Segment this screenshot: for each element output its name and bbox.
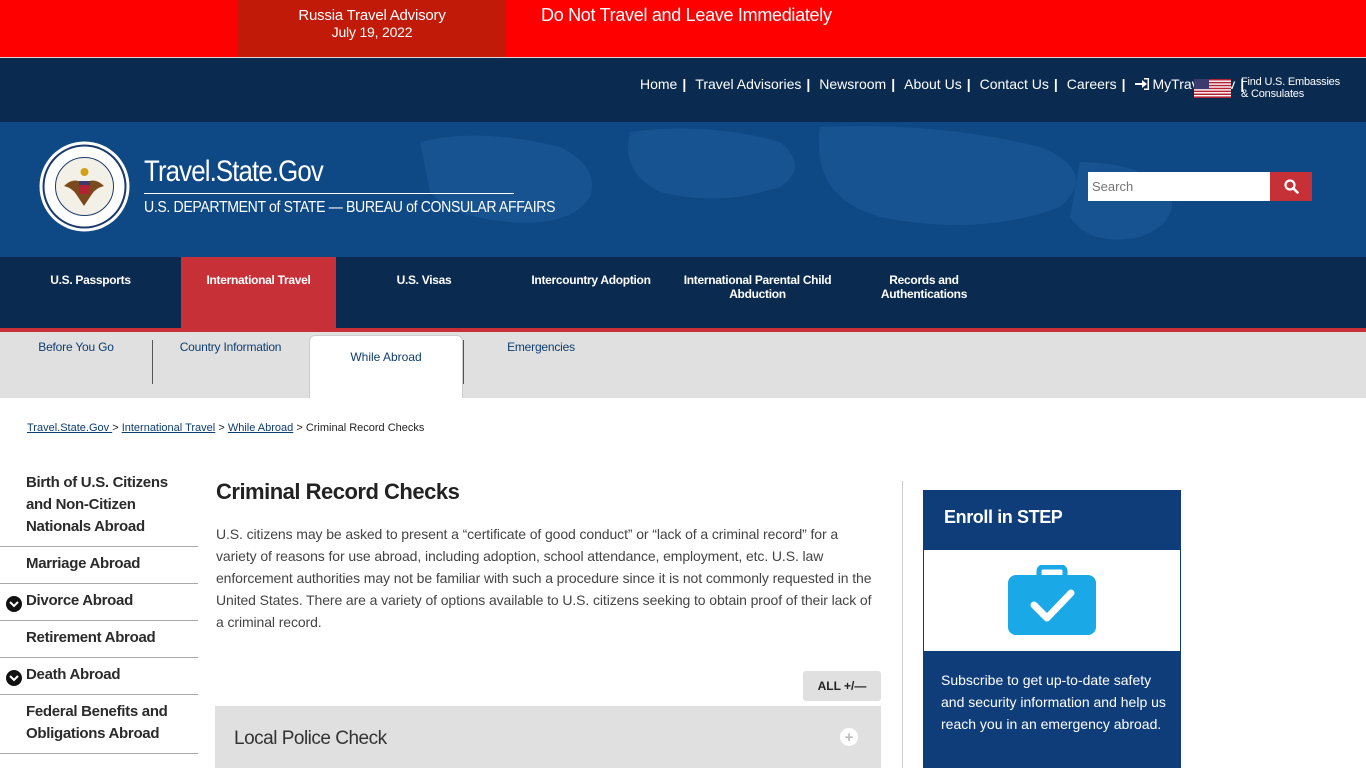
sidebar-nav: Birth of U.S. Citizens and Non-Citizen N…: [0, 466, 198, 754]
utility-bar: Home | Travel Advisories | Newsroom | About…: [0, 58, 1366, 122]
util-separator: |: [682, 76, 687, 92]
search-input[interactable]: [1088, 172, 1270, 201]
step-title[interactable]: Enroll in STEP: [944, 507, 1063, 528]
step-enroll-card[interactable]: Enroll in STEP Subscribe to get up-to-da…: [923, 490, 1181, 768]
util-link-travel-advisories[interactable]: Travel Advisories: [695, 76, 801, 92]
breadcrumb-separator: >: [218, 422, 225, 434]
sidebar-item-label: Death Abroad: [26, 666, 121, 683]
nav-us-passports[interactable]: U.S. Passports: [0, 257, 181, 328]
step-image-panel: [924, 550, 1180, 651]
us-flag-icon[interactable]: [1194, 79, 1231, 98]
util-separator: |: [806, 76, 811, 92]
breadcrumb-current: Criminal Record Checks: [305, 422, 425, 434]
sub-nav: Before You Go Country Information While …: [0, 332, 1366, 398]
breadcrumb-link-international-travel[interactable]: International Travel: [122, 422, 216, 434]
subnav-while-abroad[interactable]: While Abroad: [309, 335, 463, 398]
util-separator: |: [1053, 76, 1058, 92]
nav-us-visas[interactable]: U.S. Visas: [336, 257, 512, 328]
sidebar-item-retirement-abroad[interactable]: Retirement Abroad: [0, 621, 198, 658]
plus-circle-icon[interactable]: +: [840, 728, 858, 746]
department-of-state-seal[interactable]: [39, 141, 130, 232]
alert-banner[interactable]: Russia Travel Advisory July 19, 2022 Do …: [0, 0, 1366, 58]
nav-records-authentications[interactable]: Records and Authentications: [845, 257, 1003, 328]
sidebar-item-label: Birth of U.S. Citizens and Non-Citizen N…: [26, 474, 168, 535]
title-rule: [144, 193, 514, 194]
subnav-country-information[interactable]: Country Information: [153, 340, 308, 354]
util-link-careers[interactable]: Careers: [1067, 76, 1117, 92]
util-link-about-us[interactable]: About Us: [904, 76, 962, 92]
nav-parental-child-abduction[interactable]: International Parental Child Abduction: [680, 257, 835, 328]
alert-advisory-box[interactable]: Russia Travel Advisory July 19, 2022: [238, 0, 506, 57]
sidebar-item-label: Divorce Abroad: [26, 592, 133, 609]
expand-all-button[interactable]: ALL +/—: [803, 671, 881, 701]
alert-date: July 19, 2022: [331, 24, 413, 40]
breadcrumb: Travel.State.Gov > International Travel …: [27, 422, 424, 434]
sidebar-item-divorce-abroad[interactable]: Divorce Abroad: [0, 584, 198, 621]
page-title: Criminal Record Checks: [216, 479, 460, 504]
search-button[interactable]: [1270, 172, 1312, 201]
intro-paragraph: U.S. citizens may be asked to present a …: [216, 526, 872, 630]
accordion-local-police-check[interactable]: Local Police Check +: [215, 706, 881, 768]
alert-message[interactable]: Do Not Travel and Leave Immediately: [541, 5, 832, 26]
chevron-down-icon[interactable]: [6, 596, 22, 612]
breadcrumb-link-home[interactable]: Travel.State.Gov: [27, 422, 112, 434]
find-embassies-link[interactable]: Find U.S. Embassies & Consulates: [1241, 76, 1340, 100]
sidebar-item-marriage-abroad[interactable]: Marriage Abroad: [0, 547, 198, 584]
sidebar-item-label: Marriage Abroad: [26, 555, 141, 572]
breadcrumb-link-while-abroad[interactable]: While Abroad: [228, 422, 293, 434]
util-link-contact-us[interactable]: Contact Us: [980, 76, 1049, 92]
site-title[interactable]: Travel.State.Gov: [144, 155, 324, 189]
accordion-title: Local Police Check: [234, 728, 387, 749]
util-separator: |: [966, 76, 971, 92]
util-link-home[interactable]: Home: [640, 76, 677, 92]
step-description: Subscribe to get up-to-date safety and s…: [941, 672, 1166, 732]
sidebar-item-federal-benefits[interactable]: Federal Benefits and Obligations Abroad: [0, 695, 198, 754]
nav-international-travel[interactable]: International Travel: [181, 257, 336, 328]
util-separator: |: [891, 76, 896, 92]
sidebar-item-label: Federal Benefits and Obligations Abroad: [26, 703, 168, 742]
sign-in-icon: [1134, 78, 1149, 90]
content-divider: [902, 481, 903, 768]
subnav-emergencies[interactable]: Emergencies: [464, 340, 618, 354]
breadcrumb-separator: >: [112, 422, 119, 434]
util-separator: |: [1121, 76, 1126, 92]
sidebar-item-birth-abroad[interactable]: Birth of U.S. Citizens and Non-Citizen N…: [0, 466, 198, 547]
chevron-down-icon[interactable]: [6, 670, 22, 686]
sidebar-item-death-abroad[interactable]: Death Abroad: [0, 658, 198, 695]
briefcase-check-icon: [1008, 564, 1096, 635]
subnav-before-you-go[interactable]: Before You Go: [0, 340, 152, 354]
main-nav: U.S. Passports International Travel U.S.…: [0, 257, 1366, 328]
utility-nav: Home | Travel Advisories | Newsroom | About…: [640, 76, 1253, 92]
util-link-newsroom[interactable]: Newsroom: [819, 76, 886, 92]
embassy-line1: Find U.S. Embassies: [1241, 76, 1340, 88]
site-subtitle: U.S. DEPARTMENT of STATE — BUREAU of CON…: [144, 199, 556, 216]
alert-title[interactable]: Russia Travel Advisory: [238, 7, 506, 24]
sidebar-item-label: Retirement Abroad: [26, 629, 156, 646]
search-icon: [1283, 179, 1299, 194]
embassy-line2: & Consulates: [1241, 88, 1305, 100]
nav-intercountry-adoption[interactable]: Intercountry Adoption: [512, 257, 670, 328]
site-header: Travel.State.Gov U.S. DEPARTMENT of STAT…: [0, 122, 1366, 257]
breadcrumb-separator: >: [296, 422, 303, 434]
